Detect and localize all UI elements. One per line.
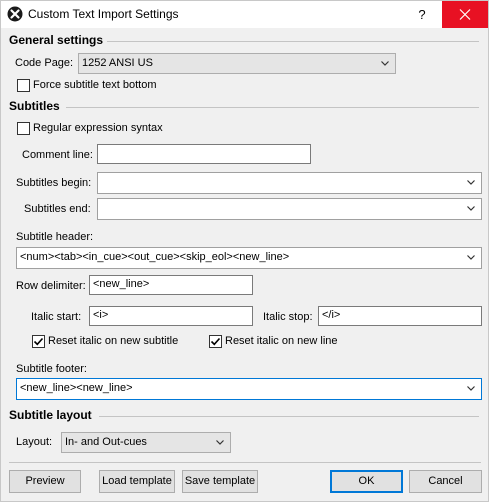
subtitles-begin-label: Subtitles begin: [16, 177, 92, 189]
preview-button[interactable]: Preview [9, 470, 81, 493]
reset-italic-line-label: Reset italic on new line [225, 335, 338, 347]
section-divider [66, 107, 479, 108]
custom-text-import-dialog: Custom Text Import Settings ? General se… [0, 0, 489, 502]
subtitle-layout-heading: Subtitle layout [9, 408, 92, 422]
help-button[interactable]: ? [407, 1, 437, 28]
italic-stop-input[interactable]: </i> [318, 306, 482, 326]
chevron-down-icon [216, 439, 224, 445]
checkmark-icon [33, 337, 44, 346]
subtitle-footer-combo[interactable]: <new_line><new_line> [16, 378, 482, 400]
layout-label: Layout: [16, 436, 53, 448]
reset-italic-line-checkbox[interactable] [209, 335, 222, 348]
chevron-down-icon [467, 180, 475, 185]
chevron-down-icon [381, 60, 389, 66]
subtitles-end-combo[interactable] [97, 198, 482, 220]
row-delimiter-label: Row delimiter: [16, 280, 86, 292]
italic-start-input[interactable]: <i> [89, 306, 253, 326]
save-template-button[interactable]: Save template [182, 470, 258, 493]
subtitle-header-label: Subtitle header: [16, 231, 94, 243]
subtitles-end-label: Subtitles end: [24, 203, 91, 215]
subtitle-footer-value: <new_line><new_line> [20, 382, 133, 394]
comment-line-input[interactable] [97, 144, 311, 164]
code-page-select[interactable]: 1252 ANSI US [78, 53, 396, 74]
italic-stop-label: Italic stop: [263, 311, 313, 323]
close-icon [459, 9, 471, 20]
subtitle-header-value: <num><tab><in_cue><out_cue><skip_eol><ne… [20, 251, 290, 263]
chevron-down-icon [467, 255, 475, 260]
comment-line-label: Comment line: [22, 149, 93, 161]
close-button[interactable] [442, 1, 488, 28]
window-title: Custom Text Import Settings [28, 7, 179, 21]
layout-select[interactable]: In- and Out-cues [61, 432, 231, 453]
ok-button[interactable]: OK [330, 470, 403, 493]
code-page-value: 1252 ANSI US [82, 57, 153, 69]
regex-label: Regular expression syntax [33, 122, 163, 134]
force-bottom-checkbox[interactable] [17, 79, 30, 92]
row-delimiter-input[interactable]: <new_line> [89, 275, 253, 295]
subtitle-header-combo[interactable]: <num><tab><in_cue><out_cue><skip_eol><ne… [16, 247, 482, 269]
chevron-down-icon [467, 206, 475, 211]
reset-italic-subtitle-checkbox[interactable] [32, 335, 45, 348]
footer-divider [9, 462, 481, 463]
regex-checkbox[interactable] [17, 122, 30, 135]
checkmark-icon [210, 337, 221, 346]
layout-value: In- and Out-cues [65, 436, 147, 448]
load-template-button[interactable]: Load template [99, 470, 175, 493]
italic-start-label: Italic start: [31, 311, 82, 323]
reset-italic-subtitle-label: Reset italic on new subtitle [48, 335, 179, 347]
subtitles-heading: Subtitles [9, 99, 60, 113]
subtitle-footer-label: Subtitle footer: [16, 363, 87, 375]
general-settings-heading: General settings [9, 33, 104, 47]
app-logo-icon [7, 6, 23, 22]
chevron-down-icon [467, 386, 475, 391]
cancel-button[interactable]: Cancel [409, 470, 482, 493]
section-divider [99, 416, 479, 417]
subtitles-begin-combo[interactable] [97, 172, 482, 194]
code-page-label: Code Page: [15, 57, 74, 69]
section-divider [107, 41, 479, 42]
force-bottom-label: Force subtitle text bottom [33, 79, 157, 91]
